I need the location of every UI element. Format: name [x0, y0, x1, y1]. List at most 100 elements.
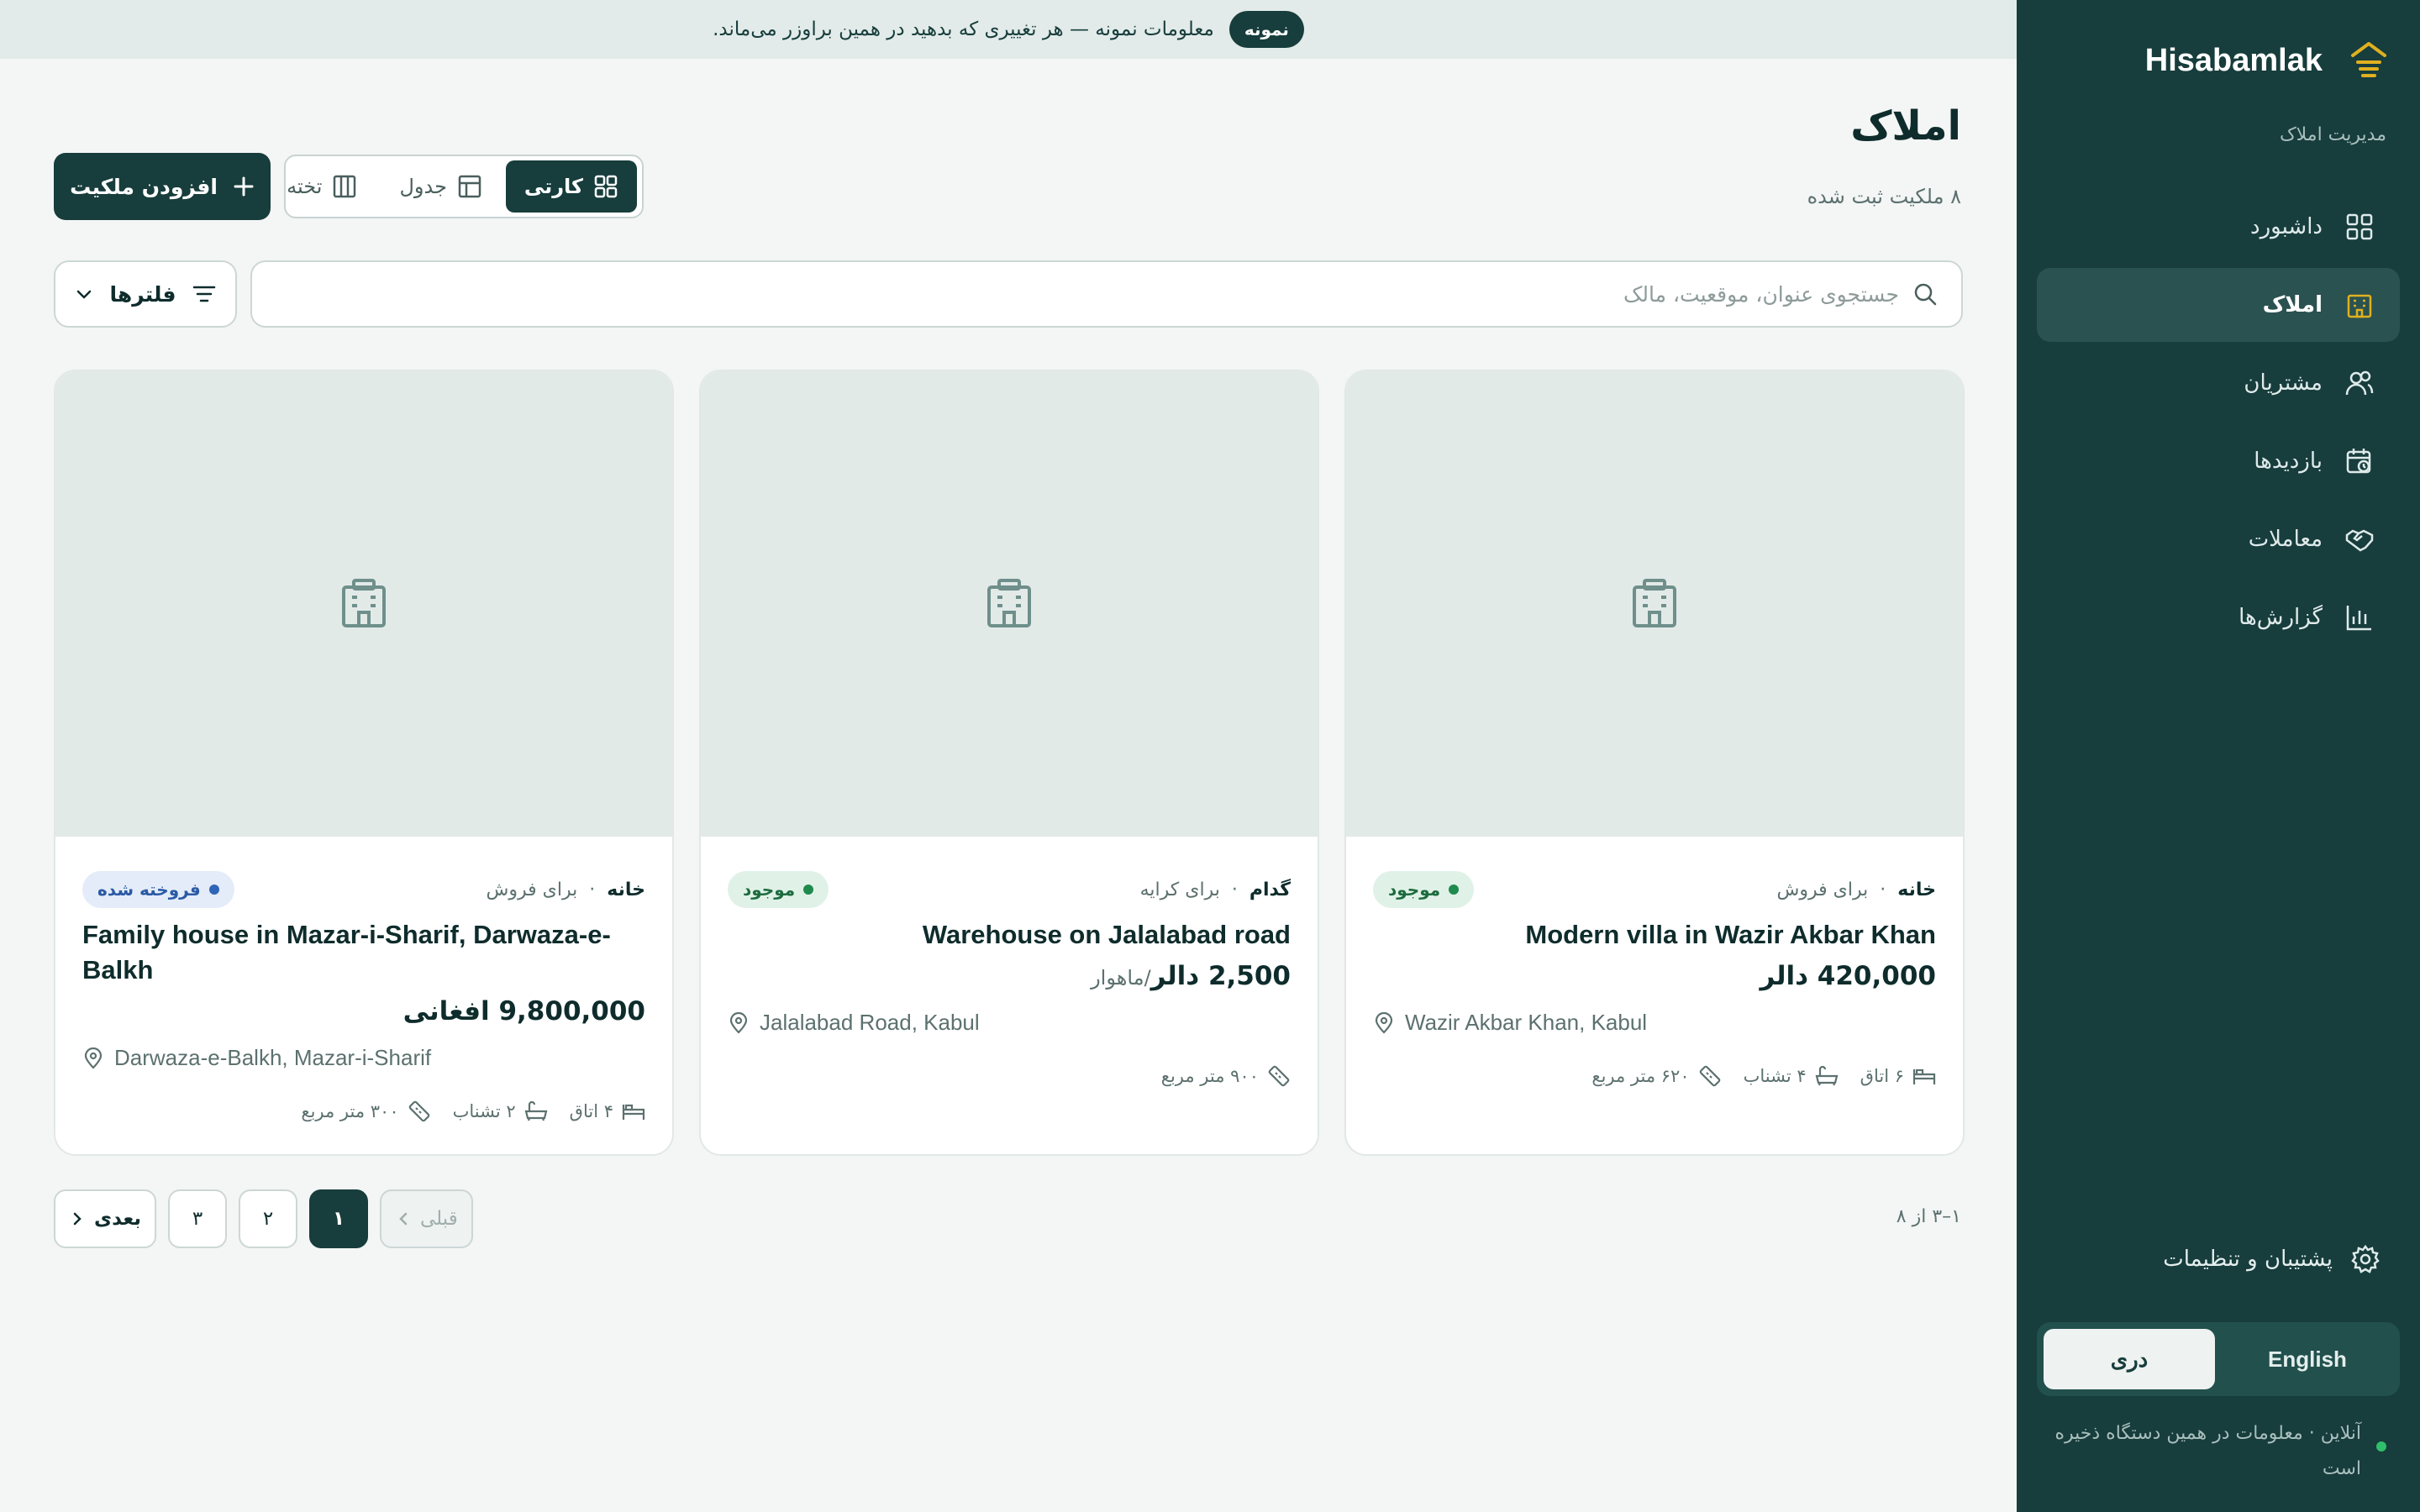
view-board-label: تخته [287, 175, 323, 198]
property-price: 2,500 دالر/ماهوار [728, 961, 1291, 991]
building-icon [2344, 290, 2375, 320]
view-board-button[interactable]: تخته [268, 160, 376, 213]
next-page-button[interactable]: بعدی [54, 1189, 156, 1248]
property-card[interactable]: خانه · برای فروش موجود Modern villa in W… [1344, 370, 1965, 1156]
columns-icon [334, 175, 356, 198]
baths-feature: ۲ تشناب [453, 1100, 548, 1123]
rooms-count: ۶ اتاق [1860, 1066, 1904, 1086]
page-3-button[interactable]: ۳ [167, 1189, 227, 1248]
online-dot [2376, 1441, 2386, 1452]
search-icon [1914, 283, 1937, 306]
sidebar-item-dashboard[interactable]: داشبورد [2037, 190, 2400, 264]
property-title: Family house in Mazar-i-Sharif, Darwaza-… [82, 920, 611, 984]
building-icon [987, 579, 1031, 627]
gear-icon [2351, 1245, 2380, 1273]
lang-english-button[interactable]: English [2222, 1329, 2393, 1389]
users-icon [2344, 368, 2375, 398]
property-location: Wazir Akbar Khan, Kabul [1373, 1010, 1936, 1036]
prev-label: قبلی [419, 1208, 458, 1230]
sidebar-item-visits[interactable]: بازدیدها [2037, 424, 2400, 498]
price-value: 9,800,000 افغانی [402, 996, 645, 1026]
sidebar-item-label: معاملات [2248, 527, 2323, 552]
sidebar-item-properties[interactable]: املاک [2037, 268, 2400, 342]
chevron-down-icon [77, 290, 92, 299]
rooms-feature: ۴ اتاق [570, 1100, 645, 1123]
demo-banner-text: معلومات نمونه — هر تغییری که بدهید در هم… [713, 18, 1214, 40]
add-property-label: افزودن ملکیت [70, 174, 218, 199]
prev-page-button[interactable]: قبلی [379, 1189, 473, 1248]
chevron-right-icon [73, 1212, 82, 1226]
view-table-label: جدول [399, 175, 447, 198]
status-badge: موجود [728, 871, 829, 908]
map-pin-icon [84, 1047, 103, 1069]
meta-separator: · [1880, 879, 1886, 900]
area-feature: ۶۲۰ متر مربع [1591, 1064, 1721, 1088]
dashboard-icon [2344, 212, 2375, 242]
pagination: قبلی ۱ ۲ ۳ بعدی [54, 1189, 473, 1248]
area-feature: ۹۰۰ متر مربع [1161, 1064, 1291, 1088]
baths-feature: ۴ تشناب [1744, 1064, 1839, 1088]
area-value: ۹۰۰ متر مربع [1160, 1066, 1259, 1086]
calendar-clock-icon [2344, 446, 2375, 476]
view-table-button[interactable]: جدول [381, 160, 500, 213]
building-icon [342, 579, 386, 627]
status-dot [803, 885, 814, 895]
demo-badge: نمونه [1228, 11, 1304, 48]
bed-icon [1912, 1068, 1936, 1084]
pagination-range: ۱–۳ از ۸ [1896, 1206, 1961, 1227]
bath-icon [1815, 1066, 1839, 1086]
property-price: 420,000 دالر [1373, 961, 1936, 991]
sidebar-item-deals[interactable]: معاملات [2037, 502, 2400, 576]
sidebar-item-label: گزارش‌ها [2238, 605, 2323, 630]
property-features: ۹۰۰ متر مربع [728, 1064, 1291, 1088]
baths-count: ۴ تشناب [1743, 1066, 1807, 1086]
filters-button[interactable]: فلترها [54, 260, 237, 328]
price-value: 420,000 دالر [1760, 961, 1936, 991]
property-title: Modern villa in Wazir Akbar Khan [1525, 920, 1936, 949]
settings-label: پشتیبان و تنظیمات [2163, 1247, 2333, 1272]
property-card[interactable]: گدام · برای کرایه موجود Warehouse on Jal… [699, 370, 1319, 1156]
brand-name: Hisabamlak [2144, 42, 2323, 78]
language-switcher: دری English [2037, 1322, 2400, 1396]
property-type: خانه [1897, 879, 1936, 900]
view-card-button[interactable]: کارتی [505, 160, 637, 213]
logo-icon [2351, 42, 2386, 77]
search-input[interactable]: جستجوی عنوان، موقعیت، مالک [250, 260, 1963, 328]
building-icon [1633, 579, 1676, 627]
sidebar-item-label: مشتریان [2244, 370, 2323, 396]
map-pin-icon [729, 1011, 748, 1034]
settings-link[interactable]: پشتیبان و تنظیمات [2163, 1245, 2380, 1273]
sidebar-item-reports[interactable]: گزارش‌ها [2037, 580, 2400, 654]
property-type: گدام [1249, 879, 1291, 900]
property-card[interactable]: خانه · برای فروش فروخته شده Family house… [54, 370, 674, 1156]
next-label: بعدی [94, 1208, 141, 1230]
filters-label: فلترها [109, 281, 176, 307]
property-image-placeholder [1346, 371, 1963, 837]
property-title: Warehouse on Jalalabad road [922, 920, 1291, 949]
property-features: ۶ اتاق ۴ تشناب ۶۲۰ متر مربع [1373, 1064, 1936, 1088]
page-1-button[interactable]: ۱ [308, 1189, 368, 1248]
property-features: ۴ اتاق ۲ تشناب ۳۰۰ متر مربع [82, 1100, 645, 1123]
sidebar: Hisabamlak مدیریت املاک داشبورد املاک مش… [2017, 0, 2420, 1512]
add-property-button[interactable]: افزودن ملکیت [54, 153, 271, 220]
rooms-feature: ۶ اتاق [1860, 1064, 1936, 1088]
property-price: 9,800,000 افغانی [82, 996, 645, 1026]
meta-separator: · [1231, 879, 1238, 900]
property-deal: برای فروش [486, 879, 578, 900]
status-label: موجود [1388, 879, 1441, 900]
search-placeholder: جستجوی عنوان، موقعیت، مالک [1623, 281, 1899, 307]
page-2-button[interactable]: ۲ [238, 1189, 297, 1248]
lang-dari-button[interactable]: دری [2044, 1329, 2215, 1389]
property-image-placeholder [55, 371, 672, 837]
location-text: Jalalabad Road, Kabul [760, 1010, 980, 1035]
bar-chart-icon [2344, 602, 2375, 633]
property-location: Darwaza-e-Balkh, Mazar-i-Sharif [82, 1045, 645, 1071]
brand[interactable]: Hisabamlak [2145, 39, 2390, 82]
property-deal: برای کرایه [1139, 879, 1220, 900]
property-image-placeholder [701, 371, 1318, 837]
demo-banner: نمونه معلومات نمونه — هر تغییری که بدهید… [0, 0, 2017, 59]
sidebar-item-customers[interactable]: مشتریان [2037, 346, 2400, 420]
status-dot [1449, 885, 1460, 895]
filter-icon [192, 286, 215, 302]
property-type: خانه [607, 879, 645, 900]
